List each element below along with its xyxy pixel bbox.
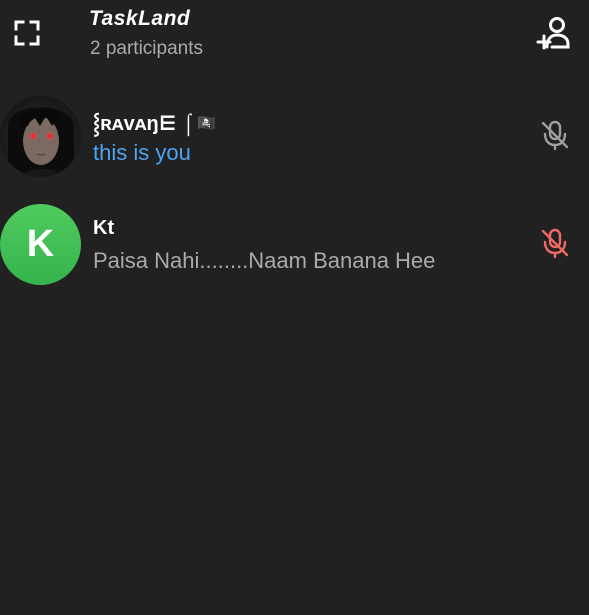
add-participant-button[interactable] (535, 14, 573, 52)
fullscreen-button[interactable] (10, 16, 44, 50)
participant-count: 2 participants (90, 38, 204, 59)
avatar: K (0, 204, 81, 285)
avatar (0, 96, 81, 177)
participant-name: ⸾ʀᴀᴠᴀŋ⋿ ⌠ 🏴‍☠️ (93, 113, 216, 135)
add-user-icon (536, 17, 570, 50)
mute-toggle-button[interactable] (538, 118, 572, 152)
mic-muted-icon (541, 120, 569, 151)
fullscreen-icon (14, 20, 40, 46)
pirate-flag-icon: 🏴‍☠️ (197, 115, 216, 132)
participant-row[interactable]: ⸾ʀᴀᴠᴀŋ⋿ ⌠ 🏴‍☠️ this is you (0, 96, 589, 182)
mic-muted-icon (541, 228, 569, 259)
participant-status: Paisa Nahi........Naam Banana Hee (93, 248, 436, 273)
group-call-panel: TaskLand 2 participants (0, 0, 589, 615)
participant-name: Kt (93, 217, 115, 239)
participant-row[interactable]: K Kt Paisa Nahi........Naam Banana Hee (0, 204, 589, 290)
call-header: TaskLand 2 participants (0, 0, 589, 75)
participant-status: this is you (93, 140, 191, 165)
mute-toggle-button[interactable] (538, 226, 572, 260)
chat-title: TaskLand (89, 7, 191, 30)
